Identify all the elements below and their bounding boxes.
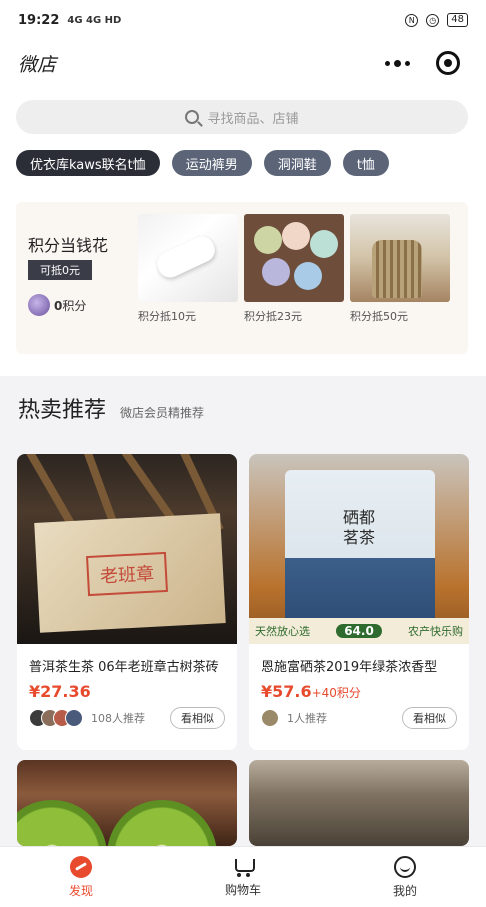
battery-icon: 48 [447,13,468,27]
tab-label: 我的 [392,883,417,898]
profile-icon [394,855,416,878]
recommend-count: 1人推荐 [287,712,327,725]
product-image-stamp: 老班章 [86,551,168,597]
header-actions [385,51,468,75]
reward-image [138,214,238,302]
tab-label: 购物车 [224,882,261,897]
product-card[interactable]: 硒都茗茶 天然放心选 64.0 农产快乐购 恩施富硒茶2019年绿茶浓香型 ¥5… [249,454,469,750]
tab-label: 发现 [68,883,93,898]
product-meta: 1人推荐 [261,709,327,727]
reward-label: 积分抵10元 [138,310,196,323]
status-left: 19:22 4G 4G HD [18,13,121,28]
reward-label: 积分抵50元 [350,310,408,323]
chip-tshirt[interactable]: t恤 [342,150,389,176]
reward-label: 积分抵23元 [244,310,302,323]
discover-icon [70,855,92,878]
hot-search-chips: 优衣库kaws联名t恤 运动裤男 洞洞鞋 t恤 [16,150,389,176]
reward-item[interactable]: 积分抵23元 [244,214,344,324]
product-name: 恩施富硒茶2019年绿茶浓香型 [261,660,438,675]
avatar-group [29,709,83,727]
product-card[interactable] [17,760,237,846]
nfc-icon: N [405,13,419,27]
status-signal: 4G 4G HD [67,14,122,26]
reward-item[interactable]: 积分抵10元 [138,214,238,324]
tab-cart[interactable]: 购物车 [162,847,324,907]
status-right: N ◷ 48 [405,13,468,27]
product-image [17,760,237,846]
recommend-count: 108人推荐 [91,712,145,725]
reward-image [244,214,344,302]
avatar-group [261,709,279,727]
reward-item[interactable]: 积分抵50元 [350,214,450,324]
bottom-tab-bar: 发现 购物车 我的 [0,846,486,907]
product-image: 老班章 [17,454,237,644]
section-title: 热卖推荐 [18,398,107,423]
see-similar-button[interactable]: 看相似 [402,707,457,729]
app-header: 微店 [0,40,486,86]
search-icon [185,110,200,124]
product-price: ¥27.36 [29,682,91,701]
section-subtitle: 微店会员精推荐 [120,406,205,420]
product-card[interactable] [249,760,469,846]
product-price: ¥57.6+40积分 [261,682,361,701]
points-tag: 可抵0元 [28,260,92,280]
tab-discover[interactable]: 发现 [0,847,162,907]
alarm-icon: ◷ [426,13,440,27]
chip-uniqlo-kaws[interactable]: 优衣库kaws联名t恤 [16,150,160,176]
product-image: 硒都茗茶 天然放心选 64.0 农产快乐购 [249,454,469,644]
product-image-title: 硒都茗茶 [342,508,375,547]
search-input[interactable]: 寻找商品、店铺 [16,100,468,134]
section-header: 热卖推荐 微店会员精推荐 [18,392,204,424]
cart-icon [231,857,255,877]
points-card[interactable]: 积分当钱花 可抵0元 0积分 积分抵10元 积分抵23元 积分抵50元 [16,202,468,354]
search-placeholder: 寻找商品、店铺 [207,111,299,127]
points-count: 0积分 [54,299,87,313]
product-image-band: 天然放心选 64.0 农产快乐购 [249,618,469,644]
more-icon[interactable] [385,59,410,67]
status-time: 19:22 [18,12,60,28]
app-title: 微店 [18,53,57,76]
avatar [28,294,50,316]
chip-sport-pants[interactable]: 运动裤男 [171,150,252,176]
product-card[interactable]: 老班章 普洱茶生茶 06年老班章古树茶砖 ¥27.36 108人推荐 看相似 [17,454,237,750]
points-title: 积分当钱花 [28,236,109,255]
reward-image [350,214,450,302]
status-bar: 19:22 4G 4G HD N ◷ 48 [0,0,486,40]
product-name: 普洱茶生茶 06年老班章古树茶砖 [29,660,219,675]
see-similar-button[interactable]: 看相似 [170,707,225,729]
product-meta: 108人推荐 [29,709,145,727]
product-image [249,760,469,846]
close-miniprogram-icon[interactable] [436,51,460,75]
tab-profile[interactable]: 我的 [324,847,486,907]
chip-crocs[interactable]: 洞洞鞋 [263,150,331,176]
top-area: 寻找商品、店铺 优衣库kaws联名t恤 运动裤男 洞洞鞋 t恤 积分当钱花 可抵… [0,86,486,376]
